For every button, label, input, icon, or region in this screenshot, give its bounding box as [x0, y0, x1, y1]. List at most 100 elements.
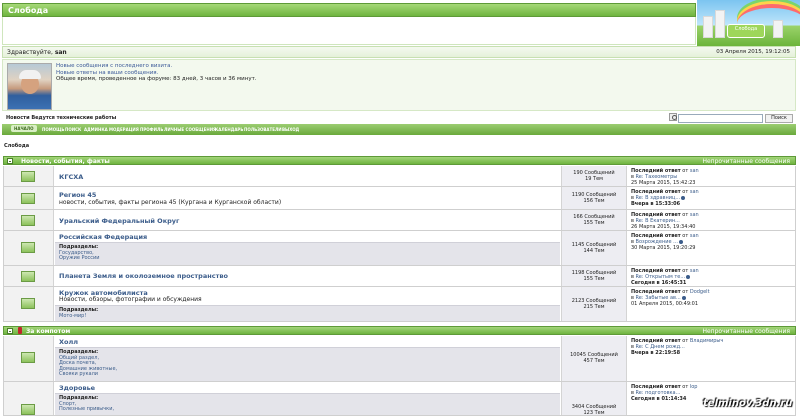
last-post-by: от: [682, 168, 689, 174]
forum-status-icon[interactable]: [21, 404, 35, 415]
breadcrumb[interactable]: Слобода: [4, 143, 29, 149]
news-text[interactable]: Новости Ведутся технические работы: [6, 115, 116, 121]
forum-status-cell: [4, 187, 54, 209]
topic-count: 155 Тем: [583, 276, 605, 282]
nav-calendar[interactable]: КАЛЕНДАРЬ: [215, 127, 243, 132]
topic-count: 457 Тем: [583, 358, 605, 364]
last-post-user-link[interactable]: Владимирыч: [690, 338, 724, 344]
last-post-user-link[interactable]: san: [690, 168, 699, 174]
last-post-user-link[interactable]: san: [690, 189, 699, 195]
subforum-link[interactable]: Оружие России: [59, 255, 556, 262]
subforums-box: Подразделы: Спорт, Полезные привычки,: [55, 393, 560, 415]
forum-status-cell: [4, 210, 54, 230]
nav-logout[interactable]: ВЫХОД: [282, 127, 299, 132]
search-input[interactable]: [678, 114, 763, 123]
forum-status-cell: [4, 266, 54, 286]
unread-posts-link[interactable]: Непрочитанные сообщения: [702, 158, 790, 165]
forum-status-icon[interactable]: [21, 215, 35, 226]
nav-admin[interactable]: АДМИНКА: [84, 127, 108, 132]
topic-count: 156 Тем: [583, 198, 605, 204]
forum-description: Новости, обзоры, фотографии и обсуждения: [59, 296, 202, 303]
last-post-date: Сегодня в 16:45:31: [631, 280, 687, 286]
forum-status-icon[interactable]: [21, 271, 35, 282]
topic-count: 19 Тем: [585, 176, 603, 182]
forum-stats-cell: 1145 Сообщений 144 Тем: [561, 231, 627, 265]
time-online-text: Общее время, проведенное на форуме: 83 д…: [56, 76, 257, 82]
last-post-by: от: [682, 212, 689, 218]
header-box: [2, 17, 696, 45]
last-post-user-link[interactable]: Dodgelt: [690, 289, 710, 295]
go-to-post-icon[interactable]: [681, 195, 686, 200]
nav-messages[interactable]: ЛИЧНЫЕ СООБЩЕНИЯ: [164, 127, 216, 132]
category-name[interactable]: Новости, события, факты: [21, 158, 110, 165]
forum-row: Регион 45 новости, события, факты регион…: [3, 187, 796, 210]
unread-posts-link[interactable]: Непрочитанные сообщения: [702, 328, 790, 335]
building-graphic: [703, 16, 713, 38]
forum-status-icon[interactable]: [21, 352, 35, 363]
forum-stats-cell: 1190 Сообщений 156 Тем: [561, 187, 627, 209]
nav-profile[interactable]: ПРОФИЛЬ: [140, 127, 163, 132]
forum-status-icon[interactable]: [21, 298, 35, 309]
forum-row: Холл Подразделы: Общий раздел, Доска поч…: [3, 336, 796, 382]
last-post-cell: Последний ответ от san в Re: Открытым те…: [628, 266, 795, 286]
avatar[interactable]: [7, 63, 52, 110]
topic-count: 215 Тем: [583, 304, 605, 310]
nav-home[interactable]: НАЧАЛО: [11, 125, 37, 132]
forum-name-link[interactable]: Уральский Федеральный Округ: [59, 217, 179, 225]
forum-status-cell: [4, 287, 54, 321]
greeting-prefix: Здравствуйте,: [7, 49, 53, 56]
collapse-icon[interactable]: [7, 328, 13, 334]
forum-name-link[interactable]: КГСХА: [59, 173, 83, 181]
last-post-by: от: [682, 384, 689, 390]
avatar-cap: [19, 70, 41, 79]
forum-status-icon[interactable]: [21, 171, 35, 182]
forum-status-icon[interactable]: [21, 242, 35, 253]
go-to-post-icon[interactable]: [678, 239, 683, 244]
last-post-date: Вчера в 15:33:06: [631, 201, 681, 207]
go-to-post-icon[interactable]: [681, 295, 686, 300]
forum-name-link[interactable]: Регион 45: [59, 191, 96, 199]
search-button[interactable]: Поиск: [765, 114, 793, 123]
subforum-link[interactable]: Полезные привычки,: [59, 406, 556, 413]
last-post-user-link[interactable]: san: [690, 212, 699, 218]
nav-search[interactable]: ПОИСК: [65, 127, 81, 132]
forum-stats-cell: 166 Сообщений 155 Тем: [561, 210, 627, 230]
nav-help[interactable]: ПОМОЩЬ: [42, 127, 64, 132]
collapse-icon[interactable]: [7, 158, 13, 164]
forum-status-cell: [4, 166, 54, 186]
last-post-user-link[interactable]: san: [690, 233, 699, 239]
last-post-user-link[interactable]: lop: [690, 384, 698, 390]
forum-stats-cell: 3404 Сообщений 123 Тем: [561, 382, 627, 416]
site-watermark: telminov.3dn.ru: [703, 398, 793, 409]
greeting-username[interactable]: san: [55, 49, 67, 56]
last-post-user-link[interactable]: san: [690, 268, 699, 274]
subforum-link[interactable]: Мото-мир!: [59, 313, 556, 320]
forum-status-icon[interactable]: [21, 193, 35, 204]
forum-info-cell: Российская Федерация Подразделы: Государ…: [55, 231, 560, 265]
greeting-text: Здравствуйте, san: [7, 49, 67, 56]
forum-info-cell: КГСХА: [55, 166, 560, 186]
topic-count: 123 Тем: [583, 410, 605, 416]
last-post-date: 26 Марта 2015, 19:34:40: [631, 224, 696, 230]
forum-row: Российская Федерация Подразделы: Государ…: [3, 231, 796, 266]
forum-logo[interactable]: Слобода: [697, 0, 800, 46]
forum-name-link[interactable]: Здоровье: [59, 384, 95, 392]
forum-info-cell: Планета Земля и околоземное пространство: [55, 266, 560, 286]
last-post-date: 01 Апреля 2015, 00:49:01: [631, 301, 699, 307]
go-to-post-icon[interactable]: [686, 274, 691, 279]
forum-info-cell: Уральский Федеральный Округ: [55, 210, 560, 230]
last-post-cell: Последний ответ от san в Re: В здравниц.…: [628, 187, 795, 209]
nav-moderation[interactable]: МОДЕРАЦИЯ: [109, 127, 139, 132]
forum-description: новости, события, факты региона 45 (Кург…: [59, 199, 282, 206]
subforums-box: Подразделы: Общий раздел, Доска почета, …: [55, 347, 560, 381]
subforum-link[interactable]: Свояки рукали: [59, 371, 556, 378]
category-name[interactable]: За компотом: [26, 328, 70, 335]
forum-stats-cell: 190 Сообщений 19 Тем: [561, 166, 627, 186]
forum-name-link[interactable]: Российская Федерация: [59, 233, 147, 241]
forum-status-cell: [4, 231, 54, 265]
forum-name-link[interactable]: Холл: [59, 338, 78, 346]
search-icon[interactable]: [669, 113, 677, 121]
forum-stats-cell: 1198 Сообщений 155 Тем: [561, 266, 627, 286]
forum-name-link[interactable]: Планета Земля и околоземное пространство: [59, 272, 228, 280]
nav-members[interactable]: ПОЛЬЗОВАТЕЛИ: [244, 127, 282, 132]
